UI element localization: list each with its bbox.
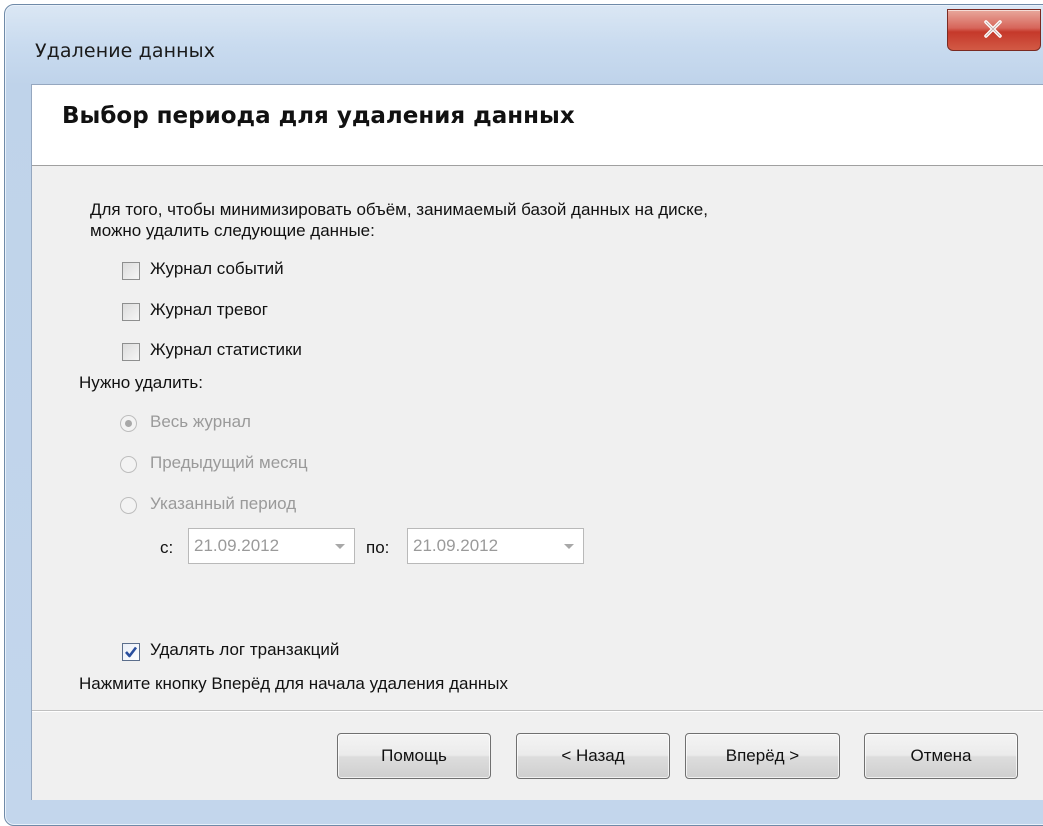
radio-custom-period[interactable] <box>120 497 137 514</box>
chevron-down-icon[interactable] <box>561 537 577 555</box>
window-title: Удаление данных <box>35 40 216 62</box>
delete-section-label: Нужно удалить: <box>79 373 203 392</box>
cancel-button[interactable]: Отмена <box>864 733 1018 779</box>
wizard-header: Выбор периода для удаления данных <box>32 85 1043 166</box>
to-date-value: 21.09.2012 <box>413 536 499 555</box>
from-date-value: 21.09.2012 <box>194 536 280 555</box>
title-bar[interactable]: Удаление данных <box>5 5 1043 93</box>
hint-text: Нажмите кнопку Вперёд для начала удалени… <box>79 674 508 693</box>
radio-previous-month[interactable] <box>120 456 137 473</box>
checkbox-delete-transaction-log[interactable] <box>122 643 140 661</box>
checkbox-alarm-log-label[interactable]: Журнал тревог <box>150 300 268 320</box>
close-button[interactable] <box>947 9 1041 51</box>
radio-custom-period-label[interactable]: Указанный период <box>150 494 296 514</box>
radio-whole-log[interactable] <box>120 415 137 432</box>
intro-line-2: можно удалить следующие данные: <box>90 221 375 240</box>
checkbox-statistics-log-label[interactable]: Журнал статистики <box>150 340 302 360</box>
footer-divider <box>32 710 1043 712</box>
radio-whole-log-label[interactable]: Весь журнал <box>150 412 251 432</box>
help-button[interactable]: Помощь <box>337 733 491 779</box>
checkbox-event-log-label[interactable]: Журнал событий <box>150 259 284 279</box>
checkmark-icon <box>125 646 138 658</box>
intro-line-1: Для того, чтобы минимизировать объём, за… <box>90 200 708 219</box>
checkbox-delete-transaction-log-label[interactable]: Удалять лог транзакций <box>150 640 339 660</box>
checkbox-alarm-log[interactable] <box>122 303 140 321</box>
back-button[interactable]: < Назад <box>516 733 670 779</box>
close-icon <box>984 20 1002 38</box>
from-date-label: с: <box>160 538 174 557</box>
from-date-picker[interactable]: 21.09.2012 <box>188 528 355 564</box>
to-date-picker[interactable]: 21.09.2012 <box>407 528 584 564</box>
dialog-client-area: Выбор периода для удаления данных Для то… <box>31 84 1043 800</box>
chevron-down-icon[interactable] <box>332 537 348 555</box>
radio-previous-month-label[interactable]: Предыдущий месяц <box>150 453 308 473</box>
checkbox-event-log[interactable] <box>122 262 140 280</box>
page-title: Выбор периода для удаления данных <box>62 103 575 129</box>
next-button[interactable]: Вперёд > <box>685 733 840 779</box>
checkbox-statistics-log[interactable] <box>122 343 140 361</box>
to-date-label: по: <box>366 538 390 557</box>
